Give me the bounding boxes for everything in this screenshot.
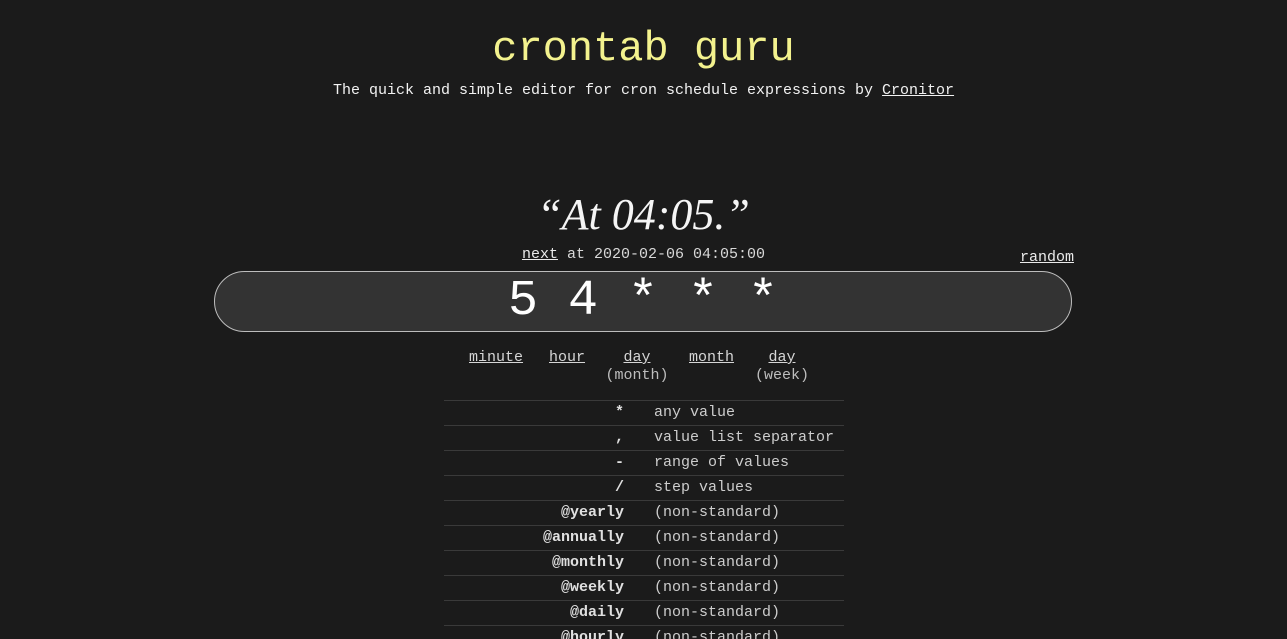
random-link[interactable]: random (1020, 249, 1074, 267)
field-label: month (689, 349, 735, 366)
legend-description: (non-standard) (654, 600, 844, 626)
table-row: @daily (non-standard) (444, 600, 844, 626)
page: crontab guru The quick and simple editor… (0, 0, 1287, 639)
field-month[interactable]: month (689, 349, 734, 367)
legend-symbol: @weekly (444, 575, 654, 601)
legend-description: range of values (654, 450, 844, 476)
table-row: @weekly (non-standard) (444, 575, 844, 601)
legend-description: (non-standard) (654, 525, 844, 551)
legend-symbol: * (444, 400, 654, 426)
table-row: / step values (444, 475, 844, 501)
legend-symbol: / (444, 475, 654, 501)
table-row: , value list separator (444, 425, 844, 451)
legend-description: (non-standard) (654, 550, 844, 576)
legend-symbol: @yearly (444, 500, 654, 526)
legend-description: any value (654, 400, 844, 426)
subtitle-text: The quick and simple editor for cron sch… (332, 82, 874, 99)
field-label: hour (549, 349, 586, 366)
table-row: @annually (non-standard) (444, 525, 844, 551)
field-day-week[interactable]: day (week) (754, 349, 810, 385)
legend-description: (non-standard) (654, 500, 844, 526)
table-row: @hourly (non-standard) (444, 625, 844, 639)
field-sublabel: (month) (605, 367, 669, 384)
table-row: * any value (444, 400, 844, 426)
site-title: crontab guru (492, 25, 795, 73)
field-label: day (768, 349, 796, 366)
cron-expression-input[interactable] (214, 271, 1072, 332)
legend-symbol: @monthly (444, 550, 654, 576)
legend-description: (non-standard) (654, 625, 844, 639)
syntax-legend-table: * any value , value list separator - range … (444, 400, 844, 639)
cronitor-link[interactable]: Cronitor (882, 82, 954, 99)
field-label: minute (469, 349, 524, 366)
field-hour[interactable]: hour (549, 349, 585, 367)
legend-symbol: , (444, 425, 654, 451)
legend-symbol: @annually (444, 525, 654, 551)
legend-description: step values (654, 475, 844, 501)
human-readable-schedule: “At 04:05.” (537, 190, 750, 239)
legend-description: (non-standard) (654, 575, 844, 601)
site-subtitle: The quick and simple editor for cron sch… (0, 82, 1287, 100)
next-run-text: at 2020-02-06 04:05:00 (566, 246, 766, 263)
table-row: @yearly (non-standard) (444, 500, 844, 526)
legend-description: value list separator (654, 425, 844, 451)
table-row: - range of values (444, 450, 844, 476)
field-sublabel: (week) (754, 367, 809, 384)
field-labels: minute hour day (month) month day (week) (0, 349, 1287, 389)
table-row: @monthly (non-standard) (444, 550, 844, 576)
legend-symbol: @hourly (444, 625, 654, 639)
field-day-month[interactable]: day (month) (605, 349, 669, 385)
field-label: day (623, 349, 651, 366)
legend-symbol: @daily (444, 600, 654, 626)
next-link[interactable]: next (522, 246, 558, 263)
field-minute[interactable]: minute (469, 349, 523, 367)
next-run-line: next at 2020-02-06 04:05:00 (0, 246, 1287, 264)
legend-symbol: - (444, 450, 654, 476)
